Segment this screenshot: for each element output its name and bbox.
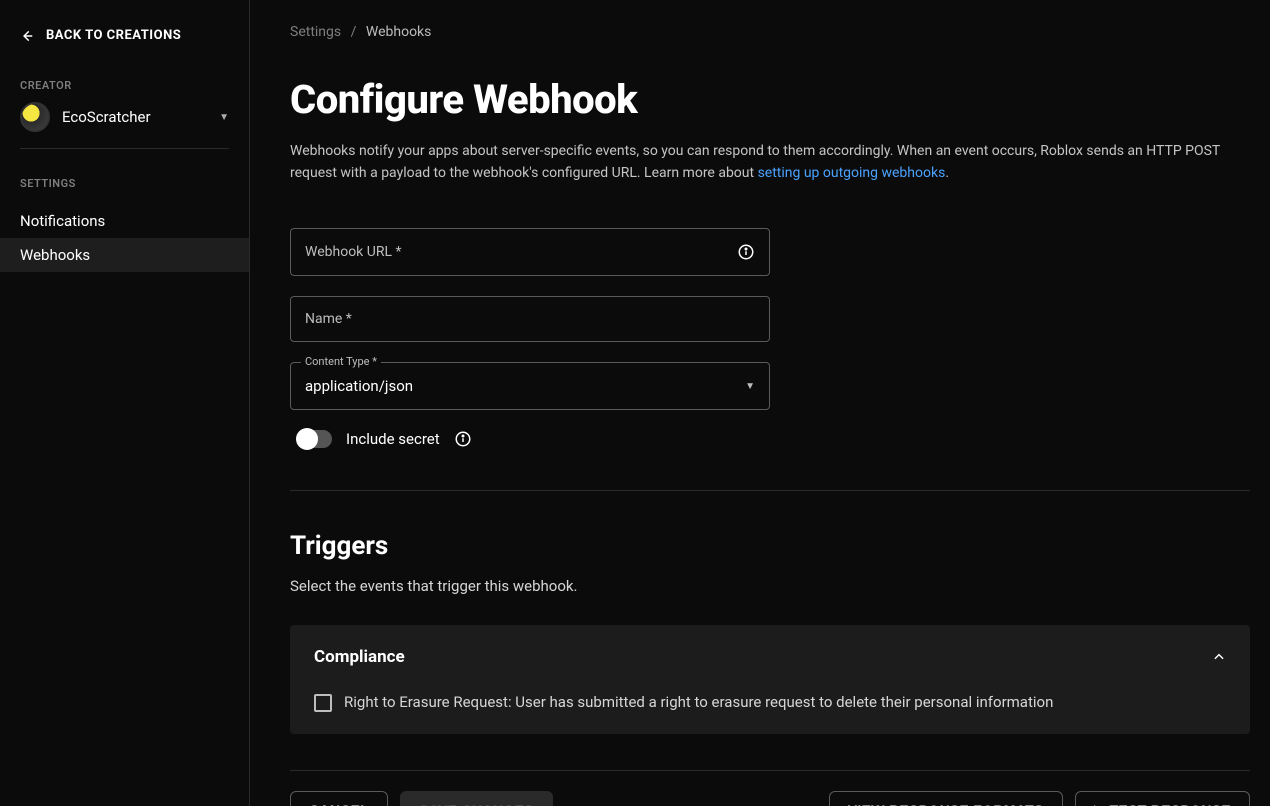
toggle-knob [296,428,318,450]
settings-heading: SETTINGS [0,149,249,204]
creator-selector[interactable]: EcoScratcher ▼ [0,102,249,148]
content-type-float-label: Content Type * [301,355,381,368]
setup-webhooks-link[interactable]: setting up outgoing webhooks [758,165,946,181]
sidebar-item-notifications[interactable]: Notifications [0,204,249,238]
trigger-item-label: Right to Erasure Request: User has submi… [344,693,1053,711]
page-description: Webhooks notify your apps about server-s… [290,141,1250,184]
creator-name: EcoScratcher [62,108,207,126]
name-field[interactable]: Name * [290,296,770,342]
breadcrumb: Settings / Webhooks [290,24,1250,40]
triggers-description: Select the events that trigger this webh… [290,577,1250,595]
footer-divider [290,770,1250,771]
avatar [20,102,50,132]
content-type-select[interactable]: Content Type * application/json ▼ [290,362,770,410]
back-to-creations-link[interactable]: BACK TO CREATIONS [0,20,249,51]
info-icon[interactable] [737,243,755,261]
triggers-title: Triggers [290,531,1250,561]
test-response-label: TEST RESPONSE [1110,802,1231,806]
cancel-button[interactable]: CANCEL [290,791,388,806]
sidebar: BACK TO CREATIONS CREATOR EcoScratcher ▼… [0,0,250,806]
caret-down-icon: ▼ [219,112,229,123]
footer-actions: CANCEL SAVE CHANGES VIEW RESPONSE FORMAT… [290,791,1250,806]
page-title: Configure Webhook [290,76,1250,123]
compliance-panel-title: Compliance [314,647,405,667]
checkbox[interactable] [314,694,332,712]
webhook-url-label: Webhook URL * [305,244,402,260]
include-secret-label: Include secret [346,430,440,448]
breadcrumb-current: Webhooks [366,24,432,40]
breadcrumb-root[interactable]: Settings [290,24,341,40]
back-label: BACK TO CREATIONS [46,28,181,43]
chevron-up-icon [1212,650,1226,664]
webhook-url-field[interactable]: Webhook URL * [290,228,770,276]
name-label: Name * [305,311,352,327]
arrow-left-icon [20,29,34,43]
compliance-panel: Compliance Right to Erasure Request: Use… [290,625,1250,734]
creator-heading: CREATOR [0,51,249,102]
trigger-item-erasure[interactable]: Right to Erasure Request: User has submi… [314,693,1226,712]
content-type-value: application/json [305,377,413,395]
test-response-button[interactable]: TEST RESPONSE [1075,791,1250,806]
info-icon[interactable] [454,430,472,448]
main-content: Settings / Webhooks Configure Webhook We… [250,0,1270,806]
view-response-formats-button[interactable]: VIEW RESPONSE FORMATS [829,791,1063,806]
sidebar-item-webhooks[interactable]: Webhooks [0,238,249,272]
breadcrumb-separator: / [351,24,357,40]
save-changes-button: SAVE CHANGES [400,791,553,806]
compliance-panel-header[interactable]: Compliance [314,647,1226,667]
include-secret-row: Include secret [298,430,1250,448]
include-secret-toggle[interactable] [298,430,332,448]
caret-down-icon: ▼ [745,381,755,392]
section-divider [290,490,1250,491]
